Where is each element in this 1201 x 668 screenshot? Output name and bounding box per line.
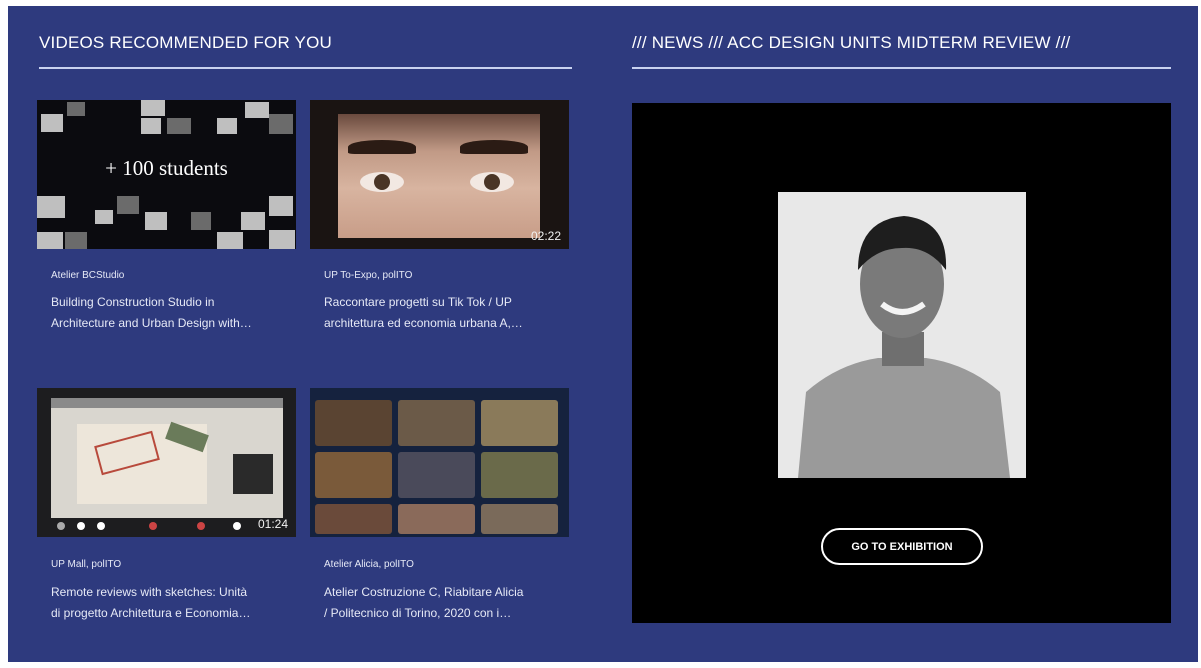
video-1-channel[interactable]: Atelier BCStudio: [51, 270, 124, 281]
video-thumbnail-2[interactable]: 02:22: [310, 100, 569, 249]
video-1-title[interactable]: Building Construction Studio in Architec…: [51, 292, 291, 334]
video-thumbnail-3[interactable]: 01:24: [37, 388, 296, 537]
video-4-title[interactable]: Atelier Costruzione C, Riabitare Alicia …: [324, 582, 564, 624]
video-2-title[interactable]: Raccontare progetti su Tik Tok / UP arch…: [324, 292, 564, 334]
video-2-channel[interactable]: UP To-Expo, polITO: [324, 270, 412, 281]
video-3-channel[interactable]: UP Mall, polITO: [51, 559, 121, 570]
videos-section-title: VIDEOS RECOMMENDED FOR YOU: [39, 33, 332, 52]
news-section-title: /// NEWS /// ACC DESIGN UNITS MIDTERM RE…: [632, 33, 1071, 52]
video-3-title[interactable]: Remote reviews with sketches: Unità di p…: [51, 582, 291, 624]
video-2-duration: 02:22: [530, 229, 561, 243]
news-section-divider: [632, 67, 1171, 69]
video-thumbnail-1[interactable]: + 100 students: [37, 100, 296, 249]
page-frame: VIDEOS RECOMMENDED FOR YOU + 100 student…: [8, 6, 1198, 662]
person-portrait-image: [778, 192, 1026, 478]
video-4-channel[interactable]: Atelier Alicia, polITO: [324, 559, 414, 570]
go-to-exhibition-button[interactable]: GO TO EXHIBITION: [821, 528, 983, 565]
portrait-photo: [778, 192, 1026, 478]
thumbnail-overlay-text: + 100 students: [105, 156, 228, 180]
video-thumbnail-4[interactable]: [310, 388, 569, 537]
news-panel: GO TO EXHIBITION: [632, 103, 1171, 623]
videos-section-divider: [39, 67, 572, 69]
video-3-duration: 01:24: [257, 517, 288, 531]
